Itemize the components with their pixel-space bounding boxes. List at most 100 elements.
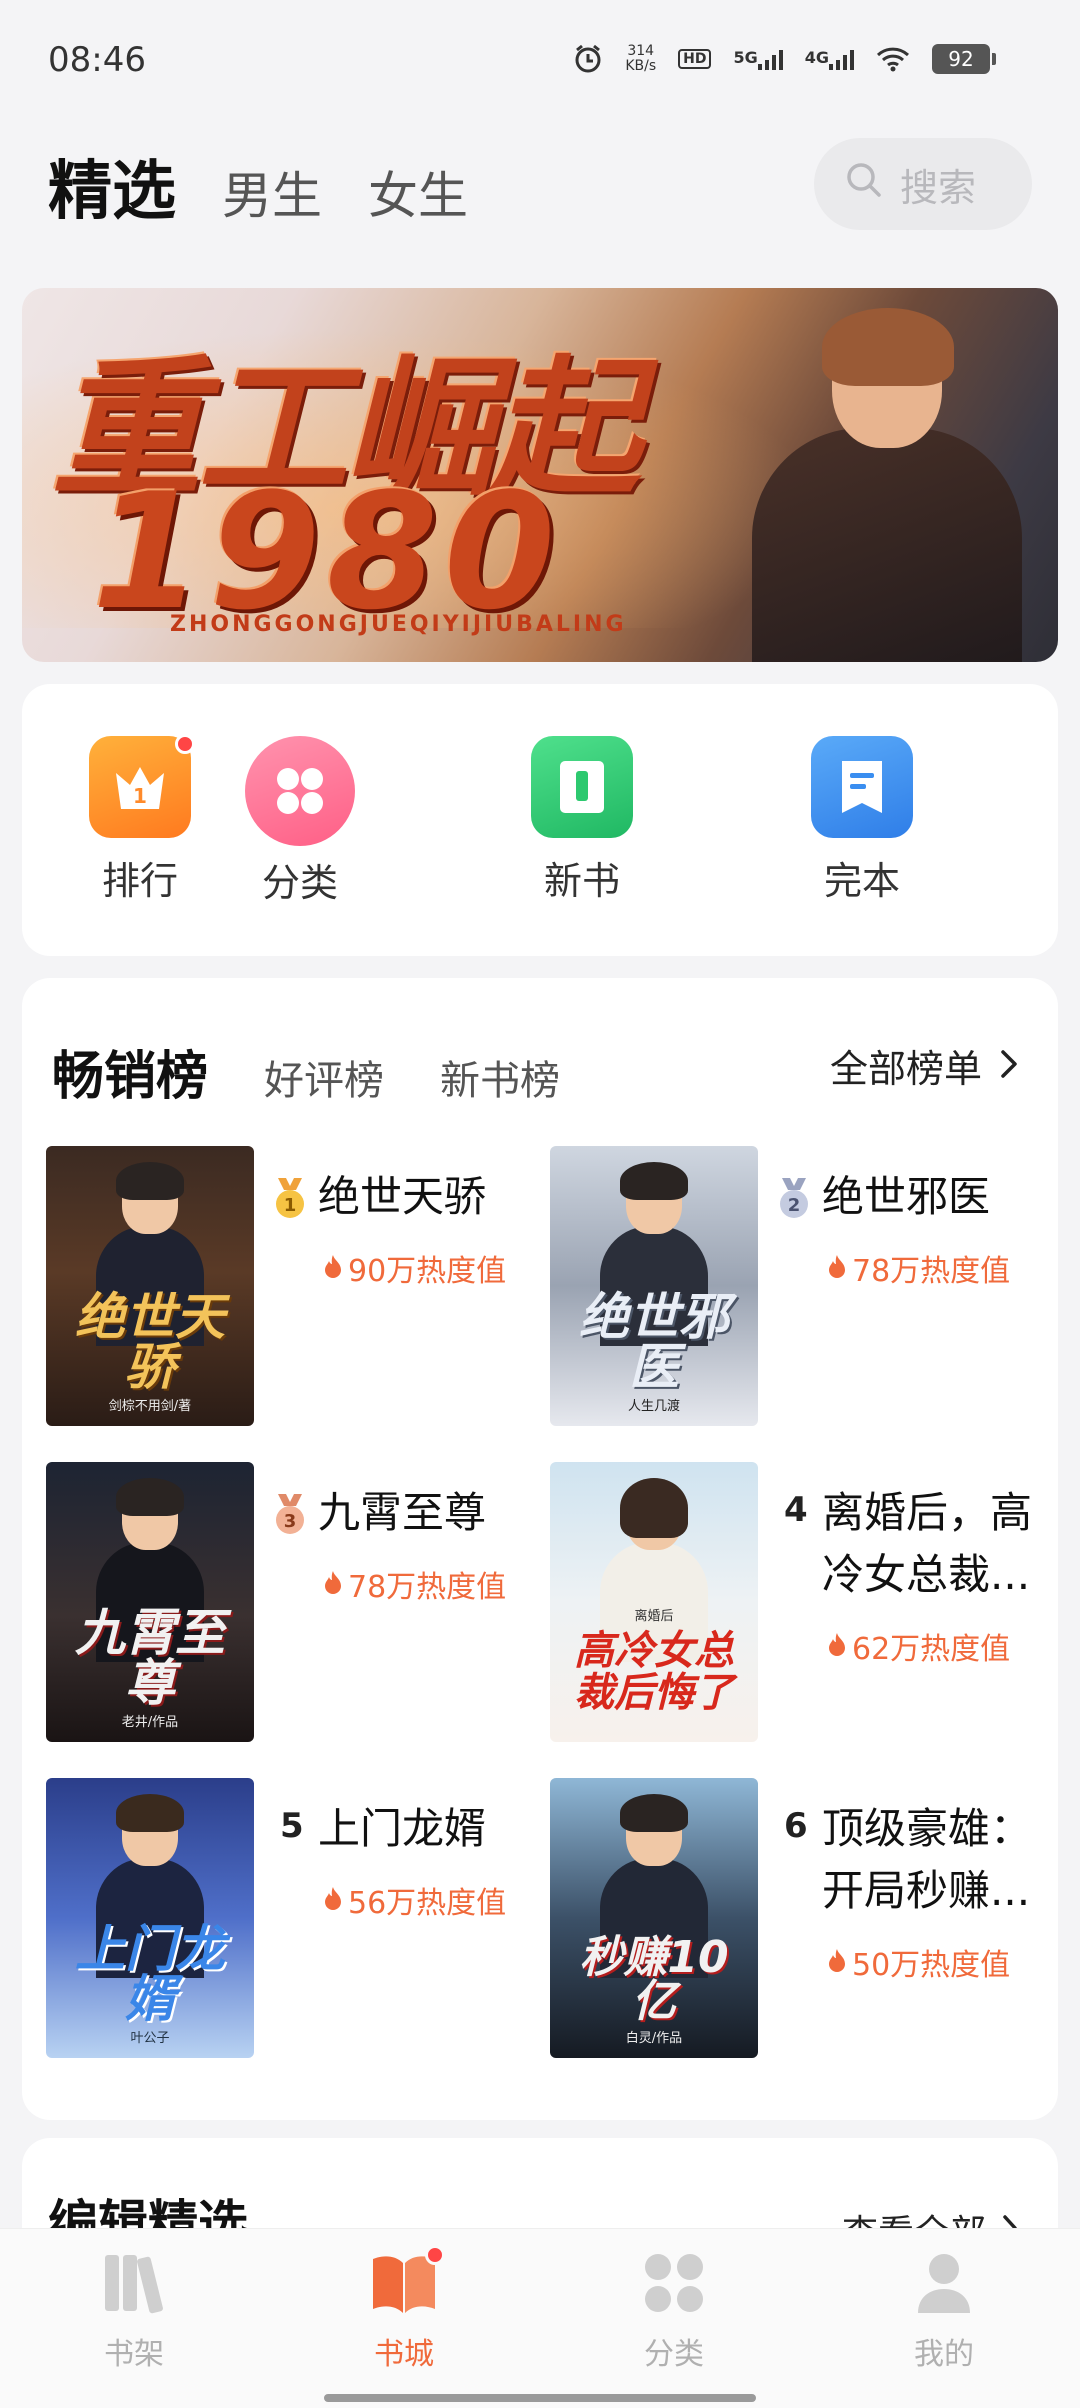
- banner-subtitle: ZHONGGONGJUEQIYIJIUBALING: [170, 612, 627, 637]
- svg-text:1: 1: [133, 784, 147, 808]
- book-cover-title: 九霄至尊: [75, 1604, 225, 1712]
- nav-label: 我的: [914, 2337, 974, 2372]
- wifi-icon: [876, 46, 910, 72]
- book-cover-author: 老井/作品: [121, 1715, 179, 1730]
- new-book-icon: [531, 736, 633, 838]
- book-cover-author: 叶公子: [130, 2031, 170, 2046]
- nav-label: 分类: [644, 2337, 704, 2372]
- finished-book-icon: [811, 736, 913, 838]
- book-heat: 50万热度值: [828, 1940, 1010, 1984]
- bookstore-icon: [369, 2245, 445, 2319]
- quick-entries-card: 1 排行 分类 新书 完本: [22, 684, 1058, 956]
- quick-entry-label: 排行: [101, 859, 178, 903]
- flame-icon: [324, 1251, 342, 1286]
- rank-badge-number: 1: [284, 1195, 297, 1216]
- flame-icon: [828, 1629, 846, 1664]
- quick-entry-new-books[interactable]: 新书: [502, 736, 662, 905]
- quick-entry-category[interactable]: 分类: [220, 736, 380, 907]
- ranking-book-2[interactable]: 绝世邪医 人生几渡 2 绝世邪医 78万热度值: [550, 1146, 1050, 1426]
- signal-4g-icon: 4G: [805, 48, 854, 70]
- profile-icon: [912, 2251, 976, 2319]
- nav-label: 书城: [374, 2337, 434, 2372]
- book-cover-image: 上门龙婿 叶公子: [46, 1778, 254, 2058]
- rank-badge-number: 3: [284, 1511, 297, 1532]
- book-title: 九霄至尊: [318, 1488, 487, 1537]
- tab-female[interactable]: 女生: [368, 156, 468, 228]
- book-cover-image: 九霄至尊 老井/作品: [46, 1462, 254, 1742]
- category-icon: [642, 2251, 706, 2319]
- book-heat-value: 56万热度值: [348, 1886, 507, 1921]
- ranking-book-5[interactable]: 上门龙婿 叶公子 5 上门龙婿 56万热度值: [46, 1778, 546, 2058]
- book-cover-author: 剑棕不用剑/著: [108, 1399, 192, 1414]
- quick-entry-finished[interactable]: 完本: [782, 736, 942, 905]
- ranking-tabs: 畅销榜 好评榜 新书榜: [52, 1034, 560, 1111]
- banner-character-image: [742, 308, 1022, 662]
- nav-profile[interactable]: 我的: [884, 2251, 1004, 2373]
- ranking-card: 畅销榜 好评榜 新书榜 全部榜单 绝世天骄 剑棕不用剑/著 1 绝世天骄 90万…: [22, 978, 1058, 2120]
- book-cover-title: 秒赚10亿: [579, 1932, 729, 2027]
- book-cover-title: 高冷女总裁后悔了: [574, 1628, 734, 1716]
- book-cover-author: 离婚后: [634, 1609, 674, 1624]
- nav-label: 书架: [104, 2337, 164, 2372]
- battery-icon: 92: [932, 44, 996, 74]
- chevron-right-icon: [1000, 1044, 1018, 1088]
- bottom-navigation: 书架 书城 分类 我的: [0, 2228, 1080, 2408]
- book-cover-author: 白灵/作品: [625, 2031, 683, 2046]
- notification-dot: [175, 734, 195, 754]
- crown-rank-icon: 1: [89, 734, 195, 838]
- book-title: 离婚后，高冷女总裁...: [822, 1488, 1033, 1599]
- signal-5g-icon: 5G: [733, 48, 783, 70]
- nav-bookshelf[interactable]: 书架: [74, 2251, 194, 2373]
- net-speed-unit: KB/s: [625, 58, 657, 74]
- flame-icon: [324, 1883, 342, 1918]
- status-icons: 314 KB/s HD 5G 4G 92: [573, 44, 996, 74]
- nav-bookstore[interactable]: 书城: [344, 2245, 464, 2373]
- category-grid-icon: [245, 736, 355, 846]
- alarm-icon: [573, 44, 603, 74]
- book-cover-author: 人生几渡: [627, 1399, 680, 1414]
- quick-entry-label: 新书: [543, 859, 620, 903]
- rank-number: 4: [784, 1490, 808, 1530]
- quick-entry-label: 完本: [823, 859, 900, 903]
- flame-icon: [828, 1945, 846, 1980]
- search-icon: [844, 160, 884, 209]
- book-title: 绝世邪医: [822, 1172, 991, 1221]
- ranking-book-1[interactable]: 绝世天骄 剑棕不用剑/著 1 绝世天骄 90万热度值: [46, 1146, 546, 1426]
- ranking-book-6[interactable]: 秒赚10亿 白灵/作品 6 顶级豪雄：开局秒赚... 50万热度值: [550, 1778, 1050, 2058]
- book-heat: 90万热度值: [324, 1246, 506, 1290]
- all-lists-link[interactable]: 全部榜单: [830, 1038, 1018, 1093]
- tab-featured[interactable]: 精选: [48, 140, 176, 232]
- book-heat-value: 62万热度值: [852, 1632, 1011, 1667]
- book-heat: 56万热度值: [324, 1878, 506, 1922]
- ranking-book-3[interactable]: 九霄至尊 老井/作品 3 九霄至尊 78万热度值: [46, 1462, 546, 1742]
- flame-icon: [828, 1251, 846, 1286]
- book-title: 顶级豪雄：开局秒赚...: [822, 1804, 1033, 1915]
- all-lists-label: 全部榜单: [829, 1047, 982, 1091]
- bookshelf-icon: [101, 2251, 167, 2319]
- book-heat: 78万热度值: [828, 1246, 1010, 1290]
- tab-male[interactable]: 男生: [222, 156, 322, 228]
- rank-badge-gold-icon: 1: [270, 1178, 310, 1218]
- flame-icon: [324, 1567, 342, 1602]
- nav-category[interactable]: 分类: [614, 2251, 734, 2373]
- search-placeholder: 搜索: [900, 165, 977, 210]
- book-cover-title: 绝世天骄: [75, 1288, 225, 1396]
- search-box[interactable]: 搜索: [814, 138, 1032, 230]
- book-cover-title: 绝世邪医: [579, 1288, 729, 1396]
- tab-top-rated[interactable]: 好评榜: [264, 1048, 384, 1106]
- book-heat-value: 78万热度值: [852, 1254, 1011, 1289]
- book-heat: 62万热度值: [828, 1624, 1010, 1668]
- ranking-book-4[interactable]: 高冷女总裁后悔了 离婚后 4 离婚后，高冷女总裁... 62万热度值: [550, 1462, 1050, 1742]
- book-cover-image: 绝世天骄 剑棕不用剑/著: [46, 1146, 254, 1426]
- book-heat: 78万热度值: [324, 1562, 506, 1606]
- tab-new-books[interactable]: 新书榜: [440, 1048, 560, 1106]
- net-speed-value: 314: [627, 43, 655, 59]
- tab-bestseller[interactable]: 畅销榜: [52, 1034, 208, 1111]
- rank-number: 6: [784, 1806, 808, 1846]
- home-indicator[interactable]: [324, 2394, 756, 2402]
- book-cover-image: 绝世邪医 人生几渡: [550, 1146, 758, 1426]
- rank-badge-silver-icon: 2: [774, 1178, 814, 1218]
- net-speed: 314 KB/s: [625, 44, 656, 74]
- quick-entry-rank[interactable]: 1 排行: [60, 734, 220, 905]
- promo-banner[interactable]: 重工崛起 1980 ZHONGGONGJUEQIYIJIUBALING: [22, 288, 1058, 662]
